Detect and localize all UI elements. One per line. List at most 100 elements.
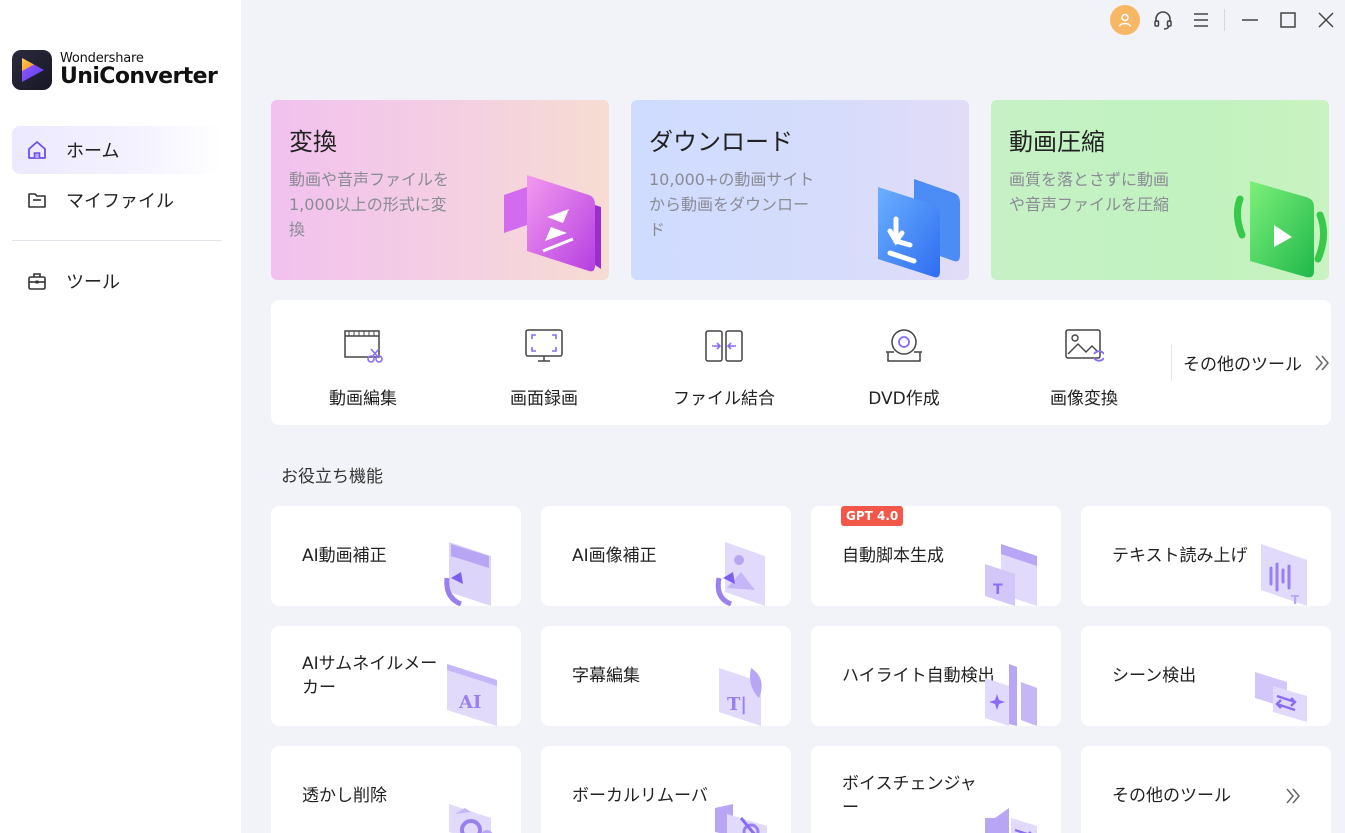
- feature-watermark-remove[interactable]: 透かし削除: [271, 746, 521, 833]
- section-title: お役立ち機能: [281, 467, 383, 487]
- feature-label: 透かし削除: [302, 786, 387, 806]
- svg-text:T: T: [1291, 593, 1300, 606]
- voice-changer-icon: [985, 808, 1037, 833]
- svg-text:T|: T|: [727, 694, 747, 715]
- brand-name: UniConverter: [60, 64, 218, 89]
- image-convert-icon: [1065, 329, 1104, 362]
- tool-label: 画像変換: [1050, 389, 1118, 409]
- feature-more-tools[interactable]: その他のツール: [1081, 746, 1331, 833]
- feature-vocal-remover[interactable]: ボーカルリムーバ: [541, 746, 791, 833]
- tool-image-convert[interactable]: 画像変換: [994, 300, 1174, 425]
- tool-label: 画面録画: [510, 389, 578, 409]
- feature-label: AI画像補正: [572, 546, 657, 566]
- feature-label: テキスト読み上げ: [1112, 546, 1248, 566]
- avatar-icon: [1110, 5, 1140, 35]
- download-icon: [878, 179, 960, 278]
- tool-label: DVD作成: [868, 389, 940, 409]
- ai-video-enhance-icon: [444, 542, 491, 606]
- card-description: 動画や音声ファイルを1,000以上の形式に変換: [289, 170, 450, 239]
- feature-label: シーン検出: [1112, 666, 1197, 686]
- text-to-speech-icon: T: [1261, 544, 1307, 606]
- tool-label: ファイル結合: [673, 389, 775, 409]
- compress-icon: [1234, 181, 1327, 278]
- sidebar-item-label: ツール: [66, 272, 120, 293]
- feature-label: その他のツール: [1112, 786, 1231, 806]
- download-card[interactable]: ダウンロード 10,000+の動画サイトから動画をダウンロード: [631, 100, 969, 280]
- sidebar-item-tools[interactable]: ツール: [12, 257, 222, 305]
- convert-card[interactable]: 変換 動画や音声ファイルを1,000以上の形式に変換: [271, 100, 609, 280]
- sidebar: Wondershare UniConverter ホーム マイファイル ツール: [0, 0, 241, 833]
- feature-subtitle-edit[interactable]: 字幕編集 T|: [541, 626, 791, 726]
- titlebar-divider: [1224, 9, 1225, 31]
- watermark-remove-icon: [449, 804, 493, 833]
- feature-highlight-detect[interactable]: ハイライト自動検出: [811, 626, 1061, 726]
- double-chevron-right-icon: [1286, 788, 1300, 804]
- feature-scene-detect[interactable]: シーン検出: [1081, 626, 1331, 726]
- maximize-button[interactable]: [1269, 3, 1307, 37]
- svg-text:T: T: [993, 582, 1003, 598]
- card-title: ダウンロード: [649, 128, 793, 156]
- minimize-icon: [1242, 19, 1258, 21]
- screen-record-icon: [525, 329, 563, 362]
- tool-merge[interactable]: ファイル結合: [634, 300, 814, 425]
- quick-tools-row: 動画編集 画面録画 ファイル結合 DVD作成 画像変換 その他のツール: [271, 300, 1331, 425]
- more-tools-link[interactable]: その他のツール: [1183, 350, 1330, 375]
- subtitle-edit-icon: T|: [719, 668, 762, 726]
- uniconverter-logo-icon: [12, 50, 52, 90]
- card-title: 動画圧縮: [1009, 128, 1105, 156]
- support-button[interactable]: [1144, 3, 1182, 37]
- folder-icon: [26, 189, 48, 211]
- home-icon: [26, 139, 48, 161]
- feature-label: AIサムネイルメーカー: [302, 654, 438, 698]
- more-tools-label: その他のツール: [1183, 355, 1302, 375]
- feature-ai-video-enhance[interactable]: AI動画補正: [271, 506, 521, 606]
- feature-ai-image-enhance[interactable]: AI画像補正: [541, 506, 791, 606]
- feature-text-to-speech[interactable]: テキスト読み上げ T: [1081, 506, 1331, 606]
- sidebar-item-home[interactable]: ホーム: [12, 126, 222, 174]
- video-edit-icon: [344, 330, 383, 363]
- sidebar-item-label: マイファイル: [66, 191, 174, 212]
- highlight-detect-icon: [985, 664, 1037, 726]
- feature-label: 字幕編集: [572, 666, 640, 686]
- app-logo: Wondershare UniConverter: [12, 50, 218, 90]
- ai-thumbnail-icon: AI: [447, 664, 497, 726]
- ai-image-enhance-icon: [715, 542, 765, 606]
- menu-icon: [1194, 13, 1208, 27]
- toolbox-icon: [26, 270, 48, 292]
- tools-divider: [1171, 345, 1172, 381]
- card-description: 10,000+の動画サイトから動画をダウンロード: [649, 170, 815, 239]
- double-chevron-right-icon: [1315, 355, 1329, 370]
- scene-detect-icon: [1255, 672, 1307, 722]
- close-button[interactable]: [1307, 3, 1345, 37]
- sidebar-item-label: ホーム: [66, 141, 120, 162]
- title-bar: [1106, 3, 1345, 37]
- tool-screen-record[interactable]: 画面録画: [454, 300, 634, 425]
- vocal-remover-icon: [715, 804, 767, 833]
- gpt-badge: GPT 4.0: [841, 506, 904, 526]
- feature-label: ボーカルリムーバ: [572, 786, 708, 806]
- merge-icon: [705, 330, 743, 362]
- feature-voice-changer[interactable]: ボイスチェンジャー: [811, 746, 1061, 833]
- svg-text:AI: AI: [458, 692, 481, 713]
- feature-ai-thumbnail[interactable]: AIサムネイルメーカー AI: [271, 626, 521, 726]
- sidebar-divider: [12, 240, 222, 241]
- tool-label: 動画編集: [329, 389, 397, 409]
- tool-dvd[interactable]: DVD作成: [814, 300, 994, 425]
- feature-label: 自動脚本生成: [842, 546, 944, 566]
- menu-button[interactable]: [1182, 3, 1220, 37]
- feature-label: AI動画補正: [302, 546, 387, 566]
- account-button[interactable]: [1106, 3, 1144, 37]
- script-generate-icon: T: [985, 544, 1037, 606]
- card-description: 画質を落とさずに動画や音声ファイルを圧縮: [1009, 170, 1170, 214]
- compress-card[interactable]: 動画圧縮 画質を落とさずに動画や音声ファイルを圧縮: [991, 100, 1329, 280]
- sidebar-item-myfiles[interactable]: マイファイル: [12, 176, 222, 224]
- tool-video-edit[interactable]: 動画編集: [273, 300, 453, 425]
- dvd-icon: [886, 329, 922, 362]
- feature-label: ボイスチェンジャー: [842, 774, 977, 818]
- convert-video-icon: [504, 175, 601, 272]
- minimize-button[interactable]: [1231, 3, 1269, 37]
- headset-icon: [1154, 11, 1172, 30]
- close-icon: [1318, 12, 1334, 28]
- maximize-icon: [1280, 12, 1296, 28]
- card-title: 変換: [289, 128, 337, 156]
